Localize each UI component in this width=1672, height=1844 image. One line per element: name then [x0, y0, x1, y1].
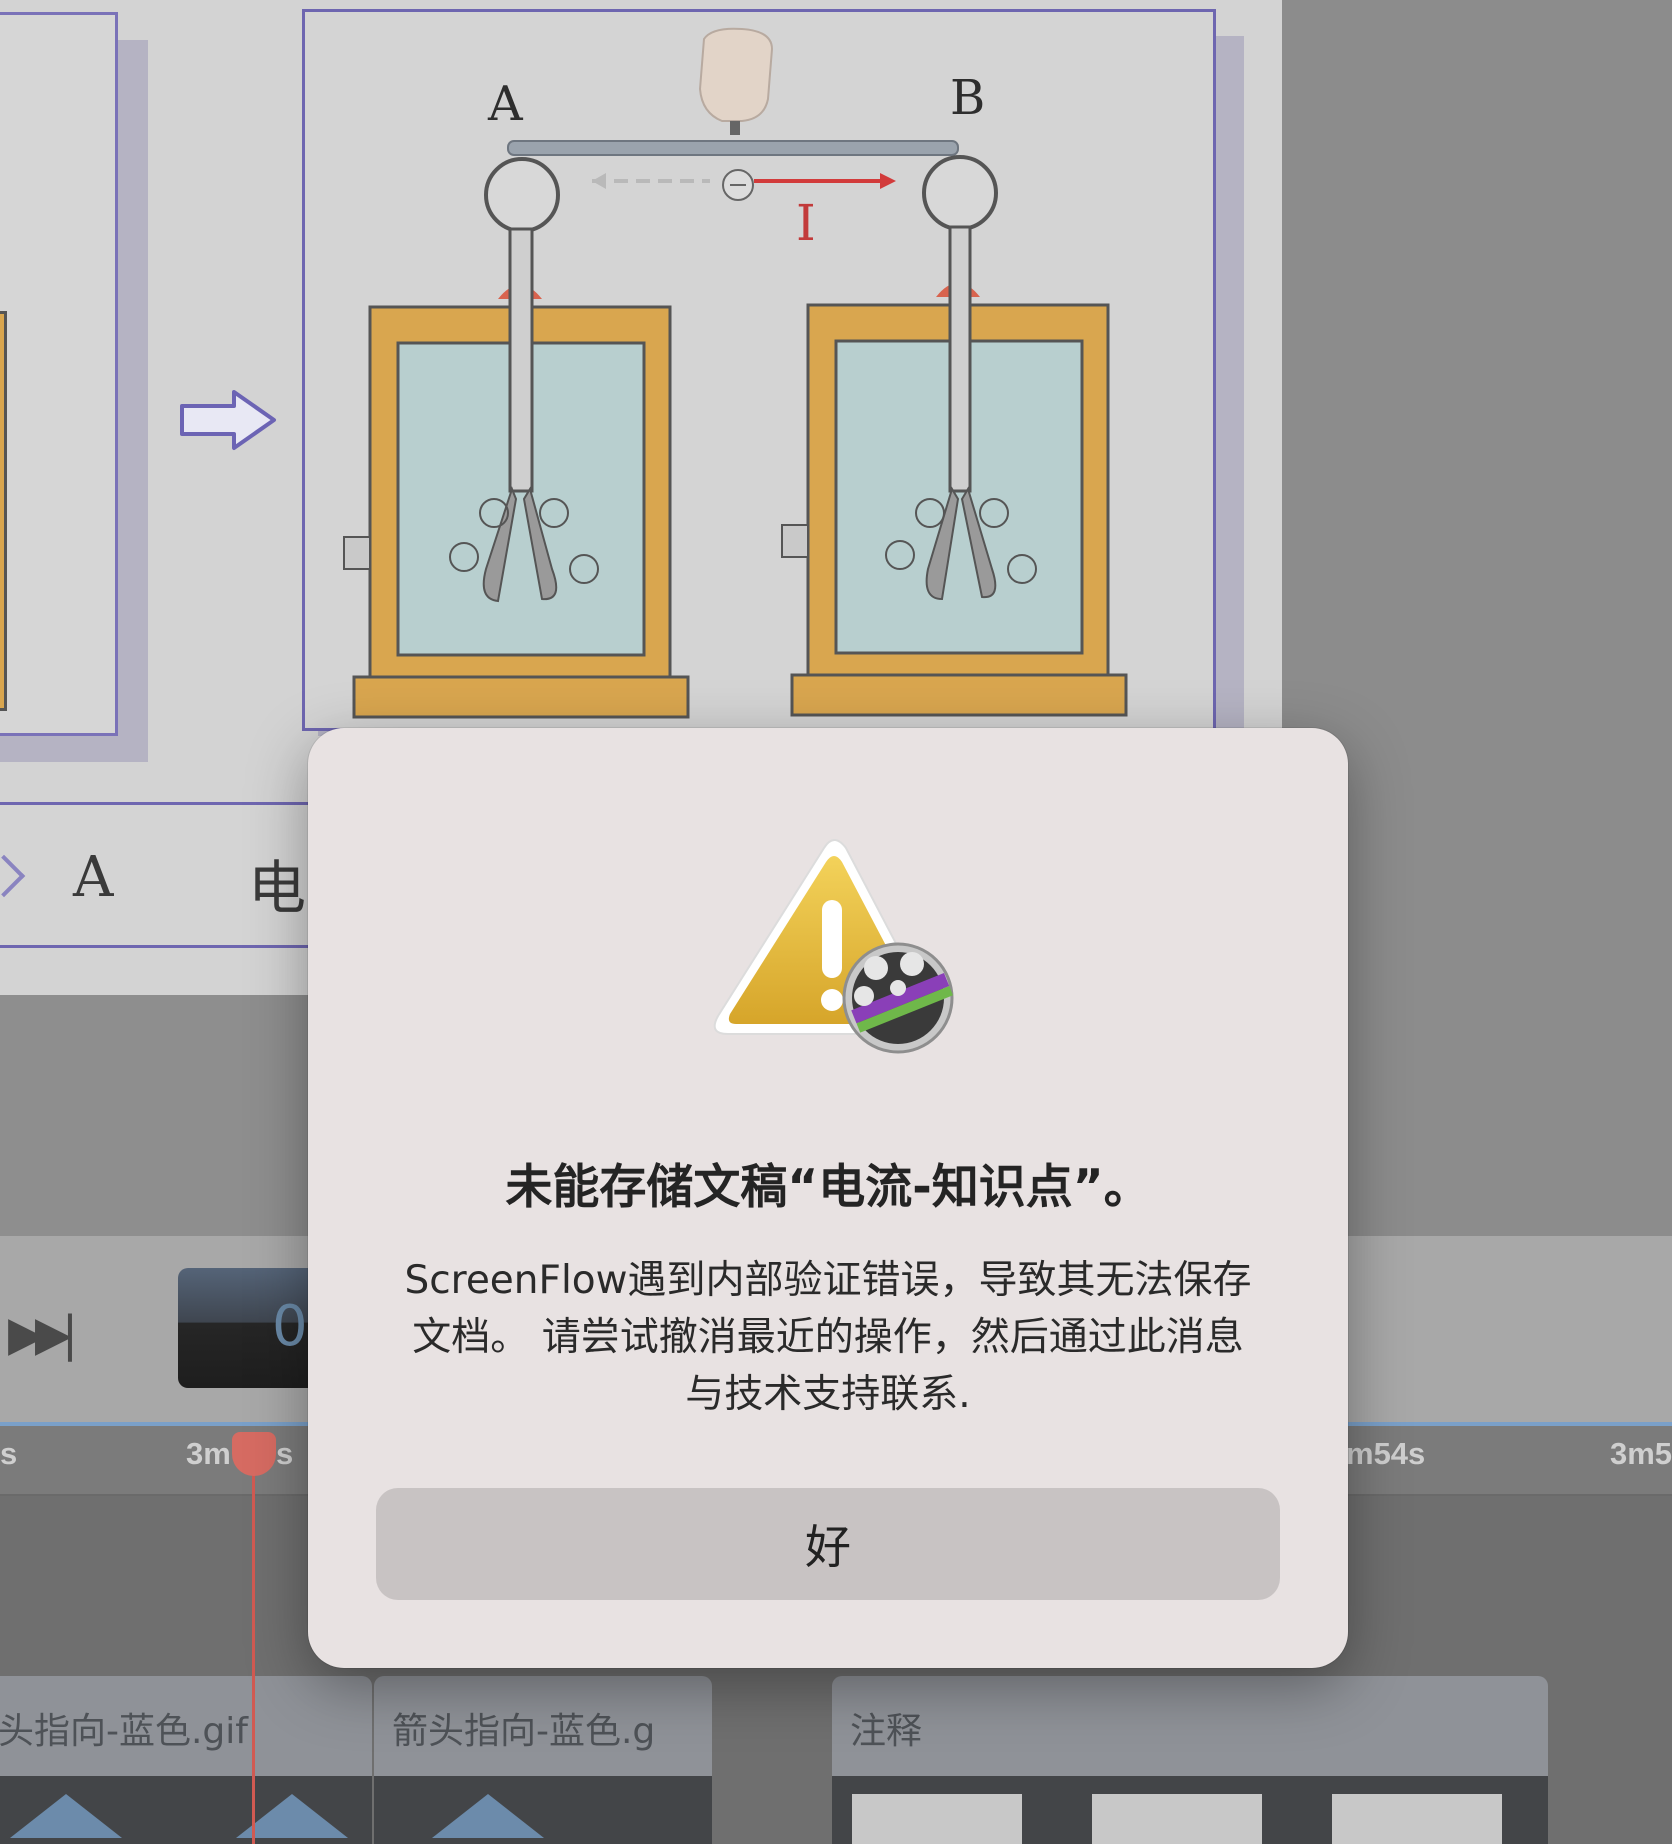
previous-slide-frame [0, 12, 118, 736]
warning-icon [713, 839, 954, 1054]
screenflow-app-icon [842, 942, 954, 1054]
save-error-alert-dialog: 未能存储文稿“电流-知识点”。 ScreenFlow遇到内部验证错误，导致其无法… [308, 728, 1348, 1668]
ok-button[interactable]: 好 [376, 1488, 1280, 1600]
timeline-clip[interactable]: 箭头指向-蓝色.g [374, 1676, 712, 1844]
playhead-line [252, 1440, 255, 1844]
up-arrow-icon [10, 1794, 122, 1838]
caption-hanzi: 电 [248, 854, 307, 922]
ruler-tick: s [276, 1436, 294, 1471]
fast-forward-button[interactable]: ▶▶| [8, 1306, 78, 1362]
clip-label: 注释 [850, 1711, 923, 1752]
clip-frame [1332, 1794, 1502, 1844]
chevron-right-icon [0, 854, 26, 898]
clip-label: 头指向-蓝色.gif [0, 1711, 248, 1752]
dialog-message: ScreenFlow遇到内部验证错误，导致其无法保存文档。 请尝试撤消最近的操作… [404, 1258, 1252, 1417]
current-label: I [796, 194, 816, 252]
caption-strip: A 电 [0, 802, 330, 948]
electroscope-diagram [343, 27, 1128, 719]
right-arrow-icon [180, 390, 276, 450]
ruler-tick: 3m5 [1610, 1436, 1672, 1471]
clip-frame [1092, 1794, 1262, 1844]
dialog-title: 未能存储文稿“电流-知识点”。 [505, 1160, 1151, 1215]
timecode-text: 0 [272, 1294, 308, 1359]
annotation-clip[interactable]: 注释 [832, 1676, 1548, 1844]
clip-label: 箭头指向-蓝色.g [392, 1711, 656, 1752]
caption-letter: A [73, 845, 114, 910]
ruler-tick: m54s [1346, 1436, 1426, 1471]
timeline-clip[interactable]: 头指向-蓝色.gif [0, 1676, 372, 1844]
up-arrow-icon [432, 1794, 544, 1838]
clip-frame [852, 1794, 1022, 1844]
label-a: A [488, 76, 523, 132]
ruler-tick: 3m [186, 1436, 231, 1471]
playhead-handle[interactable] [232, 1432, 276, 1476]
ruler-tick: s [0, 1436, 18, 1471]
label-b: B [950, 70, 986, 126]
